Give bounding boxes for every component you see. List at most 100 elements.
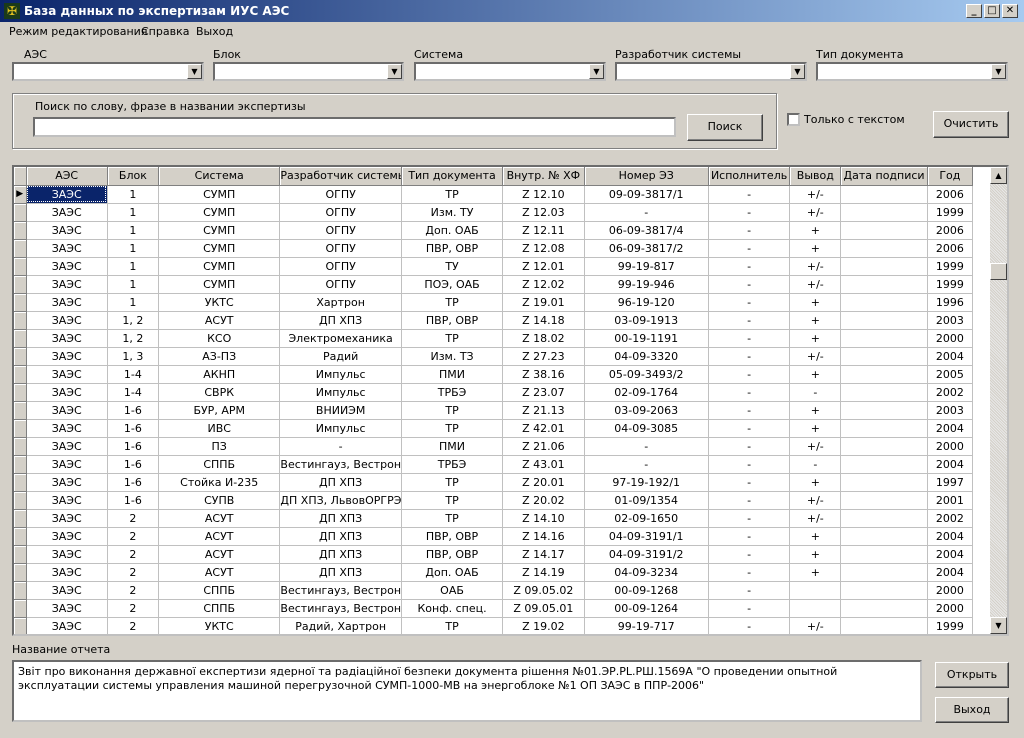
cell-aes[interactable]: ЗАЭС xyxy=(26,329,108,348)
cell-system[interactable]: СУПВ xyxy=(158,491,281,510)
cell-year[interactable]: 2005 xyxy=(927,365,974,384)
results-grid[interactable]: АЭС Блок Система Разработчик системы Тип… xyxy=(12,165,1009,636)
close-button[interactable]: ✕ xyxy=(1002,4,1018,18)
row-indicator[interactable] xyxy=(14,203,27,222)
cell-block[interactable]: 1-6 xyxy=(107,437,159,456)
cell-system[interactable]: АКНП xyxy=(158,365,281,384)
cell-executor[interactable]: - xyxy=(708,203,791,222)
cell-year[interactable]: 2000 xyxy=(927,437,974,456)
cell-system[interactable]: АСУТ xyxy=(158,527,281,546)
cell-executor[interactable]: - xyxy=(708,311,791,330)
cell-executor[interactable]: - xyxy=(708,257,791,276)
table-row[interactable]: ЗАЭС 2 АСУТ ДП ХПЗ ПВР, ОВР Z 14.16 04-09-3191… xyxy=(14,527,974,546)
cell-developer[interactable]: ДП ХПЗ, ЛьвовОРГРЭС xyxy=(279,491,402,510)
cell-aes[interactable]: ЗАЭС xyxy=(26,545,108,564)
text-only-checkbox[interactable] xyxy=(787,113,800,126)
cell-aes[interactable]: ЗАЭС xyxy=(26,257,108,276)
cell-internal-no[interactable]: Z 14.10 xyxy=(502,509,585,528)
cell-aes[interactable]: ЗАЭС xyxy=(26,437,108,456)
cell-ez-no[interactable]: 03-09-1913 xyxy=(584,311,709,330)
cell-doctype[interactable]: Изм. ТЗ xyxy=(401,347,504,366)
cell-aes[interactable]: ЗАЭС xyxy=(26,419,108,438)
cell-sign-date[interactable] xyxy=(840,275,928,294)
cell-block[interactable]: 2 xyxy=(107,509,159,528)
minimize-button[interactable]: _ xyxy=(966,4,982,18)
cell-internal-no[interactable]: Z 19.01 xyxy=(502,293,585,312)
block-select[interactable]: ▼ xyxy=(213,62,404,81)
cell-developer[interactable]: ДП ХПЗ xyxy=(279,311,402,330)
developer-select[interactable]: ▼ xyxy=(615,62,807,81)
cell-aes[interactable]: ЗАЭС xyxy=(26,347,108,366)
cell-internal-no[interactable]: Z 14.16 xyxy=(502,527,585,546)
cell-year[interactable]: 2000 xyxy=(927,581,974,600)
cell-executor[interactable]: - xyxy=(708,347,791,366)
cell-ez-no[interactable]: 04-09-3191/2 xyxy=(584,545,709,564)
row-indicator[interactable] xyxy=(14,599,27,618)
cell-ez-no[interactable]: 06-09-3817/4 xyxy=(584,221,709,240)
cell-doctype[interactable]: ПВР, ОВР xyxy=(401,239,504,258)
menu-help[interactable]: Справка xyxy=(141,25,189,38)
cell-developer[interactable]: ДП ХПЗ xyxy=(279,545,402,564)
cell-conclusion[interactable]: +/- xyxy=(789,617,842,634)
cell-doctype[interactable]: ПМИ xyxy=(401,365,504,384)
cell-ez-no[interactable]: 96-19-120 xyxy=(584,293,709,312)
cell-block[interactable]: 1 xyxy=(107,239,159,258)
cell-developer[interactable]: ОГПУ xyxy=(279,185,402,204)
table-row[interactable]: ЗАЭС 2 АСУТ ДП ХПЗ ПВР, ОВР Z 14.17 04-09-3191… xyxy=(14,545,974,564)
cell-system[interactable]: СУМП xyxy=(158,221,281,240)
cell-executor[interactable]: - xyxy=(708,221,791,240)
row-indicator[interactable] xyxy=(14,455,27,474)
cell-aes[interactable]: ЗАЭС xyxy=(26,617,108,634)
cell-conclusion[interactable]: +/- xyxy=(789,275,842,294)
cell-block[interactable]: 2 xyxy=(107,527,159,546)
search-button[interactable]: Поиск xyxy=(687,114,763,141)
cell-executor[interactable]: - xyxy=(708,401,791,420)
cell-executor[interactable]: - xyxy=(708,455,791,474)
cell-doctype[interactable]: ТР xyxy=(401,473,504,492)
cell-developer[interactable]: ДП ХПЗ xyxy=(279,527,402,546)
cell-sign-date[interactable] xyxy=(840,365,928,384)
cell-internal-no[interactable]: Z 14.18 xyxy=(502,311,585,330)
cell-year[interactable]: 2006 xyxy=(927,239,974,258)
report-text[interactable]: Звіт про виконання державної експертизи … xyxy=(12,660,922,722)
cell-internal-no[interactable]: Z 14.19 xyxy=(502,563,585,582)
cell-block[interactable]: 1 xyxy=(107,185,159,204)
cell-aes[interactable]: ЗАЭС xyxy=(26,491,108,510)
cell-conclusion[interactable]: +/- xyxy=(789,257,842,276)
cell-doctype[interactable]: ПВР, ОВР xyxy=(401,311,504,330)
row-indicator[interactable] xyxy=(14,419,27,438)
menu-exit[interactable]: Выход xyxy=(196,25,233,38)
col-header-developer[interactable]: Разработчик системы xyxy=(279,167,402,186)
cell-block[interactable]: 1 xyxy=(107,257,159,276)
cell-sign-date[interactable] xyxy=(840,617,928,634)
cell-internal-no[interactable]: Z 18.02 xyxy=(502,329,585,348)
cell-internal-no[interactable]: Z 12.11 xyxy=(502,221,585,240)
cell-conclusion[interactable]: + xyxy=(789,221,842,240)
cell-system[interactable]: АСУТ xyxy=(158,545,281,564)
cell-doctype[interactable]: ПВР, ОВР xyxy=(401,527,504,546)
row-indicator[interactable] xyxy=(14,527,27,546)
cell-aes[interactable]: ЗАЭС xyxy=(26,185,108,204)
cell-internal-no[interactable]: Z 14.17 xyxy=(502,545,585,564)
cell-sign-date[interactable] xyxy=(840,293,928,312)
table-row[interactable]: ЗАЭС 1 СУМП ОГПУ Доп. ОАБ Z 12.11 06-09-3817/4… xyxy=(14,221,974,240)
cell-internal-no[interactable]: Z 43.01 xyxy=(502,455,585,474)
cell-developer[interactable]: ВНИИЭМ xyxy=(279,401,402,420)
cell-block[interactable]: 1-6 xyxy=(107,419,159,438)
cell-conclusion[interactable]: - xyxy=(789,455,842,474)
cell-ez-no[interactable]: 09-09-3817/1 xyxy=(584,185,709,204)
cell-block[interactable]: 2 xyxy=(107,617,159,634)
table-row[interactable]: ЗАЭС 1 СУМП ОГПУ Изм. ТУ Z 12.03- - +/- 1999 xyxy=(14,203,974,222)
cell-aes[interactable]: ЗАЭС xyxy=(26,221,108,240)
cell-conclusion[interactable]: +/- xyxy=(789,185,842,204)
cell-year[interactable]: 2003 xyxy=(927,401,974,420)
table-row[interactable]: ЗАЭС 1 УКТС Хартрон ТР Z 19.01 96-19-120- +1996 xyxy=(14,293,974,312)
table-row[interactable]: ЗАЭС 1-6 БУР, АРМ ВНИИЭМ ТР Z 21.13 03-09-2063… xyxy=(14,401,974,420)
chevron-down-icon[interactable]: ▼ xyxy=(187,64,202,79)
vertical-scrollbar[interactable]: ▲ ▼ xyxy=(990,167,1007,634)
cell-year[interactable]: 2002 xyxy=(927,509,974,528)
cell-developer[interactable]: ОГПУ xyxy=(279,203,402,222)
cell-sign-date[interactable] xyxy=(840,455,928,474)
cell-developer[interactable]: Импульс xyxy=(279,365,402,384)
col-header-block[interactable]: Блок xyxy=(107,167,159,186)
